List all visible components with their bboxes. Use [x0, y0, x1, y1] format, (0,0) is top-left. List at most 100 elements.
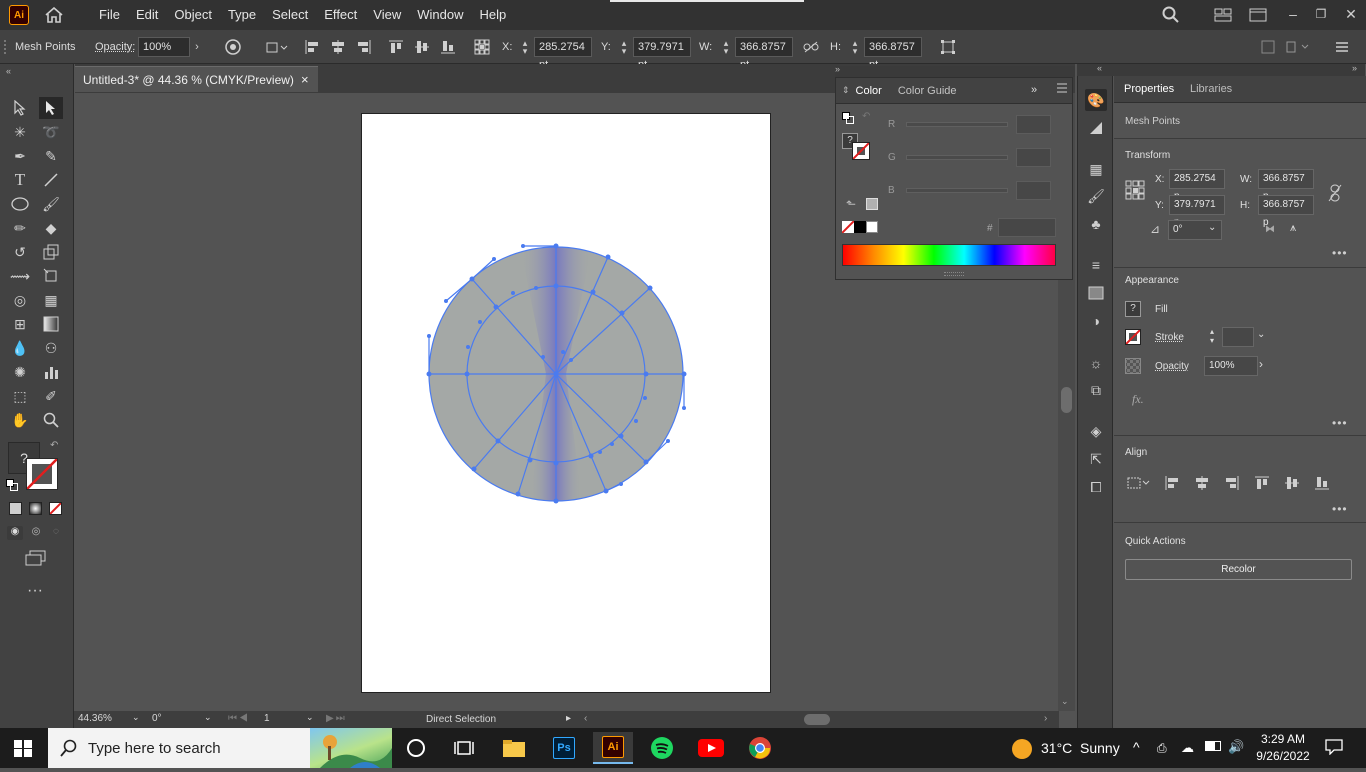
collapse-dock-icon[interactable]: «: [1097, 63, 1102, 73]
eraser-tool-icon[interactable]: ◆: [39, 217, 63, 239]
panel-resize-grip[interactable]: [944, 272, 964, 276]
scale-tool-icon[interactable]: [39, 241, 63, 263]
align-vertical-center-icon[interactable]: [1283, 474, 1301, 492]
flip-vertical-icon[interactable]: ⩚: [1290, 222, 1296, 235]
menu-object[interactable]: Object: [166, 0, 220, 30]
swap-colors-icon[interactable]: ↶: [862, 111, 870, 122]
free-transform-tool-icon[interactable]: [39, 265, 63, 287]
shape-builder-tool-icon[interactable]: ◎: [8, 289, 32, 311]
artboard-number[interactable]: 1: [264, 713, 304, 724]
hex-field[interactable]: [998, 218, 1056, 237]
white-swatch[interactable]: [866, 221, 878, 233]
align-horizontal-center-icon[interactable]: [1193, 474, 1211, 492]
selection-tool-icon[interactable]: [8, 97, 32, 119]
menu-view[interactable]: View: [365, 0, 409, 30]
stroke-weight-stepper-icon[interactable]: ▴ ▾: [1205, 327, 1219, 347]
align-bottom-icon[interactable]: [439, 38, 457, 56]
none-swatch-icon[interactable]: [841, 220, 855, 234]
magic-wand-tool-icon[interactable]: ✳: [8, 121, 32, 143]
more-align-options-icon[interactable]: •••: [1332, 502, 1348, 516]
reference-point-icon[interactable]: [473, 38, 491, 56]
color-panel-icon[interactable]: 🎨: [1085, 89, 1107, 111]
home-icon[interactable]: [43, 5, 65, 25]
align-top-icon[interactable]: [1253, 474, 1271, 492]
minimize-icon[interactable]: –: [1285, 5, 1301, 23]
opacity-label[interactable]: Opacity:: [95, 41, 135, 53]
tab-libraries[interactable]: Libraries: [1190, 83, 1232, 95]
curvature-tool-icon[interactable]: ✎: [39, 145, 63, 167]
w-stepper-icon[interactable]: ▴ ▾: [719, 38, 733, 56]
rotate-tool-icon[interactable]: ↺: [8, 241, 32, 263]
eyedropper-tool-icon[interactable]: 💧: [8, 337, 32, 359]
slider-g-track[interactable]: [906, 155, 1008, 160]
swatches-icon[interactable]: ▦: [1085, 158, 1107, 180]
line-tool-icon[interactable]: [39, 169, 63, 191]
export-icon[interactable]: ⇱: [1085, 448, 1107, 470]
zoom-dropdown-icon[interactable]: ⌄: [132, 712, 140, 723]
menu-help[interactable]: Help: [471, 0, 514, 30]
close-window-icon[interactable]: ✕: [1343, 5, 1359, 23]
windows-start-icon[interactable]: [14, 740, 32, 757]
symbols-icon[interactable]: ♣: [1085, 213, 1107, 235]
close-tab-icon[interactable]: ×: [301, 72, 309, 87]
menu-window[interactable]: Window: [409, 0, 471, 30]
notifications-icon[interactable]: [1325, 739, 1343, 756]
gradient-mode-icon[interactable]: [29, 502, 42, 515]
menu-file[interactable]: File: [91, 0, 128, 30]
opacity-field[interactable]: 100%: [138, 37, 190, 57]
hamburger-menu-icon[interactable]: [1334, 39, 1350, 55]
align-to-icon[interactable]: [264, 39, 290, 55]
stroke-weight-field[interactable]: [1222, 327, 1254, 347]
show-hidden-icons-icon[interactable]: ^: [1133, 739, 1140, 755]
arrange-icon[interactable]: [1285, 39, 1313, 55]
lasso-tool-icon[interactable]: ➰: [39, 121, 63, 143]
slider-r-value[interactable]: [1016, 115, 1051, 134]
clock-date[interactable]: 9/26/2022: [1253, 749, 1313, 763]
hand-tool-icon[interactable]: ✋: [8, 409, 32, 431]
screen-mode-icon[interactable]: [25, 550, 47, 566]
slider-b-value[interactable]: [1016, 181, 1051, 200]
spotify-icon[interactable]: [642, 732, 682, 764]
vertical-scroll-thumb[interactable]: [1061, 387, 1072, 413]
youtube-icon[interactable]: [691, 732, 731, 764]
scroll-right-icon[interactable]: ›: [1044, 713, 1047, 724]
mesh-circle-object[interactable]: [420, 238, 695, 508]
zoom-tool-icon[interactable]: [39, 409, 63, 431]
transform-icon[interactable]: [939, 38, 957, 56]
constrain-proportions-icon[interactable]: [802, 39, 820, 55]
prop-w-field[interactable]: 366.8757 p: [1258, 169, 1314, 202]
expand-dock-icon[interactable]: »: [1352, 63, 1357, 73]
fx-icon[interactable]: fx.: [1132, 392, 1144, 407]
recolor-button[interactable]: Recolor: [1125, 559, 1352, 580]
recolor-artwork-icon[interactable]: [224, 38, 242, 56]
panel-menu-icon[interactable]: [1056, 83, 1068, 96]
align-bottom-icon[interactable]: [1313, 474, 1331, 492]
meet-now-icon[interactable]: ⎙: [1157, 741, 1167, 756]
photoshop-icon[interactable]: Ps: [544, 732, 584, 764]
taskbar-search[interactable]: Type here to search: [48, 728, 392, 768]
expand-panel-icon[interactable]: »: [835, 64, 840, 74]
pen-tool-icon[interactable]: ✒: [8, 145, 32, 167]
slice-tool-icon[interactable]: ✐: [39, 385, 63, 407]
perspective-grid-tool-icon[interactable]: ▦: [39, 289, 63, 311]
illustrator-taskbar-icon[interactable]: Ai: [593, 732, 633, 764]
angle-dropdown-icon[interactable]: ⌄: [1208, 222, 1216, 233]
column-graph-tool-icon[interactable]: [39, 361, 63, 383]
artboard-tool-icon[interactable]: ⬚: [8, 385, 32, 407]
stroke-panel-icon[interactable]: ≡: [1085, 254, 1107, 276]
flip-horizontal-icon[interactable]: ⧓: [1265, 224, 1275, 235]
scroll-left-icon[interactable]: ‹: [584, 713, 587, 724]
menu-type[interactable]: Type: [220, 0, 264, 30]
tab-color[interactable]: Color: [856, 85, 882, 97]
align-top-icon[interactable]: [387, 38, 405, 56]
collapse-panel-icon[interactable]: «: [6, 66, 11, 76]
workspace-icon[interactable]: [1248, 7, 1268, 23]
default-fill-stroke-icon[interactable]: [6, 479, 18, 491]
artboard-prev-icons[interactable]: ⏮◀: [228, 713, 250, 724]
volume-icon[interactable]: 🔊: [1228, 739, 1244, 755]
artboard-dropdown-icon[interactable]: ⌄: [306, 712, 314, 723]
scroll-down-icon[interactable]: ⌄: [1061, 696, 1069, 707]
onedrive-icon[interactable]: ☁: [1181, 740, 1194, 756]
direct-selection-tool-icon[interactable]: [39, 97, 63, 119]
ellipse-tool-icon[interactable]: [8, 193, 32, 215]
